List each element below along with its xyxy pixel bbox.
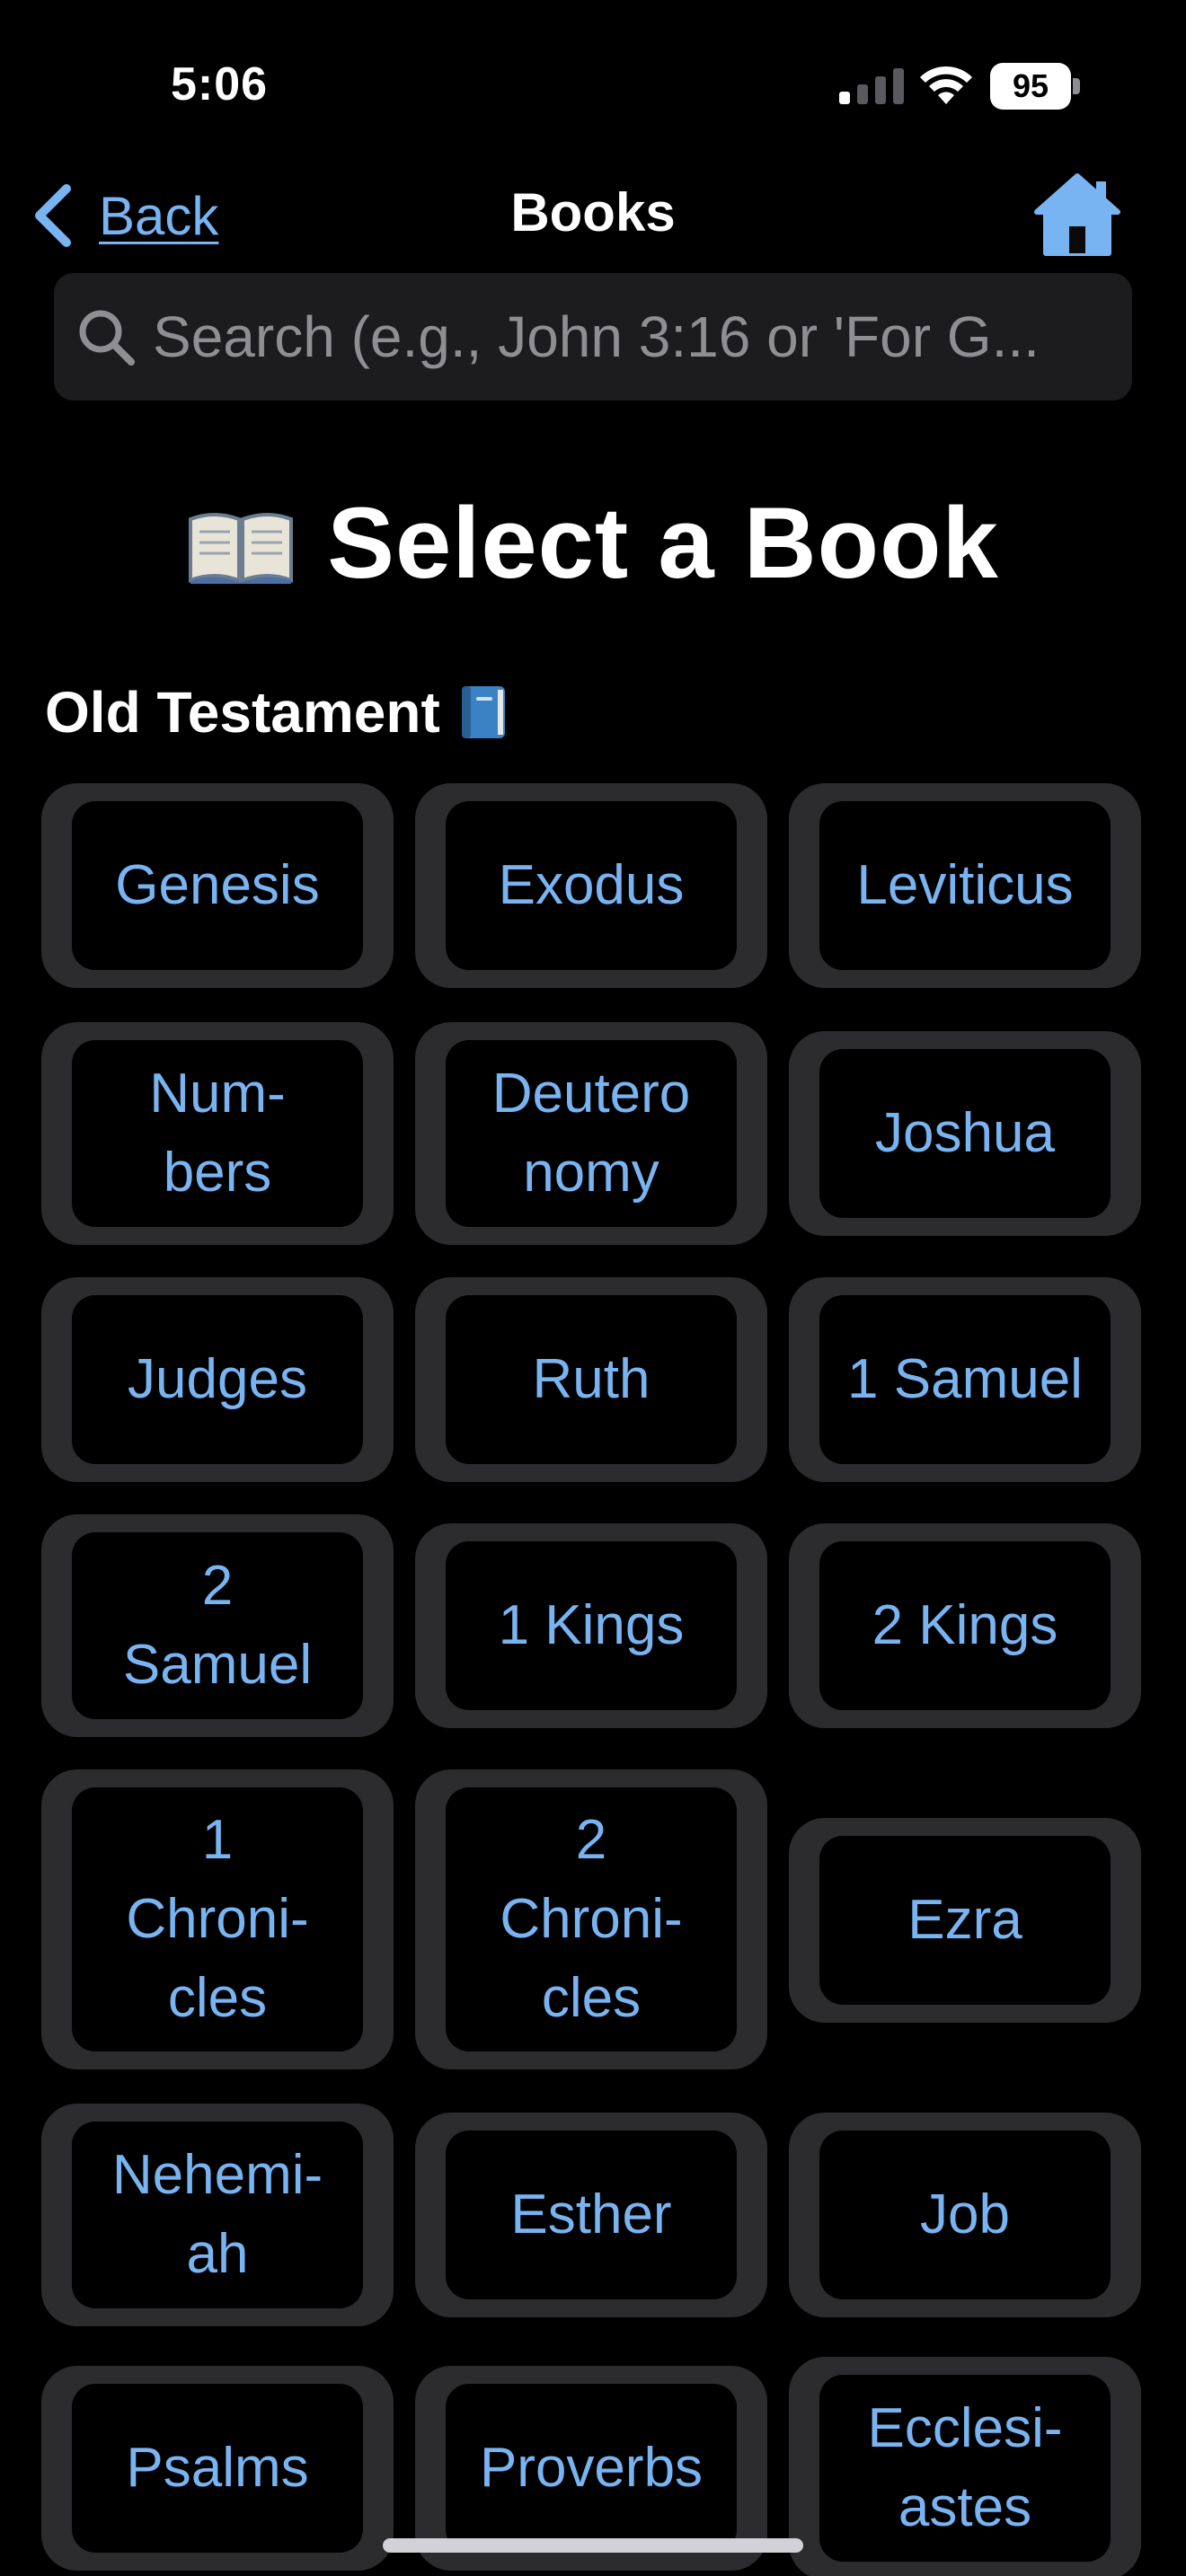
book-label: Psalms bbox=[72, 2384, 363, 2553]
book-button[interactable]: 1 Kings bbox=[415, 1523, 767, 1728]
blue-book-icon bbox=[461, 686, 505, 738]
book-label: Ecclesi- astes bbox=[819, 2375, 1111, 2562]
book-button[interactable]: Exodus bbox=[415, 783, 767, 988]
book-label: Proverbs bbox=[446, 2384, 737, 2553]
status-bar: 5:06 95 bbox=[0, 0, 1186, 162]
book-label: Deutero nomy bbox=[446, 1040, 737, 1227]
status-time: 5:06 bbox=[171, 58, 269, 110]
book-button[interactable]: Leviticus bbox=[789, 783, 1141, 988]
book-label: Judges bbox=[72, 1295, 363, 1464]
cellular-signal-icon bbox=[839, 68, 904, 104]
screen: 5:06 95 Books Back Search (e.g., John 3:… bbox=[0, 0, 1186, 2576]
book-label: 2 Chroni- cles bbox=[446, 1787, 737, 2051]
section-label: Old Testament bbox=[45, 680, 440, 745]
book-label: Joshua bbox=[819, 1049, 1111, 1218]
search-icon bbox=[79, 310, 135, 366]
book-button[interactable]: Num- bers bbox=[41, 1022, 394, 1245]
page-heading: Select a Book bbox=[0, 485, 1186, 601]
back-button[interactable]: Back bbox=[32, 174, 218, 257]
book-button[interactable]: Deutero nomy bbox=[415, 1022, 767, 1245]
book-label: 1 Samuel bbox=[819, 1295, 1111, 1464]
book-button[interactable]: Ruth bbox=[415, 1277, 767, 1482]
book-label: Ruth bbox=[446, 1295, 737, 1464]
book-label: 2 Samuel bbox=[72, 1532, 363, 1719]
book-label: Ezra bbox=[819, 1836, 1111, 2005]
book-label: Num- bers bbox=[72, 1040, 363, 1227]
book-label: 2 Kings bbox=[819, 1541, 1111, 1710]
search-bar bbox=[54, 273, 1132, 401]
book-label: Job bbox=[819, 2130, 1111, 2299]
navigation-bar: Books Back bbox=[0, 162, 1186, 269]
book-button[interactable]: Joshua bbox=[789, 1031, 1141, 1236]
book-label: Exodus bbox=[446, 801, 737, 970]
heading-title: Select a Book bbox=[327, 487, 999, 599]
battery-cap bbox=[1073, 78, 1080, 94]
book-label: Esther bbox=[446, 2130, 737, 2299]
wifi-icon bbox=[920, 66, 972, 104]
book-label: 1 Kings bbox=[446, 1541, 737, 1710]
book-button[interactable]: Nehemi- ah bbox=[41, 2104, 394, 2326]
battery-level: 95 bbox=[1012, 67, 1049, 104]
book-button[interactable]: Ecclesi- astes bbox=[789, 2357, 1141, 2576]
book-button[interactable]: 1 Samuel bbox=[789, 1277, 1141, 1482]
book-button[interactable]: Judges bbox=[41, 1277, 394, 1482]
back-label: Back bbox=[99, 185, 219, 246]
home-indicator bbox=[383, 2538, 803, 2553]
book-label: Nehemi- ah bbox=[72, 2122, 363, 2308]
book-button[interactable]: Genesis bbox=[41, 783, 394, 988]
book-button[interactable]: Job bbox=[789, 2113, 1141, 2317]
book-button[interactable]: Esther bbox=[415, 2113, 767, 2317]
book-button[interactable]: Ezra bbox=[789, 1818, 1141, 2023]
book-button[interactable]: 2 Kings bbox=[789, 1523, 1141, 1728]
chevron-left-icon bbox=[35, 184, 71, 247]
book-button[interactable]: 2 Samuel bbox=[41, 1514, 394, 1737]
book-button[interactable]: 1 Chroni- cles bbox=[41, 1769, 394, 2069]
open-book-icon bbox=[189, 512, 294, 584]
book-label: Genesis bbox=[72, 801, 363, 970]
home-icon[interactable] bbox=[1031, 171, 1123, 260]
search-input[interactable] bbox=[153, 292, 1114, 382]
book-button[interactable]: 2 Chroni- cles bbox=[415, 1769, 767, 2069]
book-label: 1 Chroni- cles bbox=[72, 1787, 363, 2051]
section-header-old-testament: Old Testament bbox=[45, 679, 509, 745]
book-button[interactable]: Psalms bbox=[41, 2366, 394, 2571]
battery-indicator: 95 bbox=[990, 63, 1080, 110]
book-label: Leviticus bbox=[819, 801, 1111, 970]
